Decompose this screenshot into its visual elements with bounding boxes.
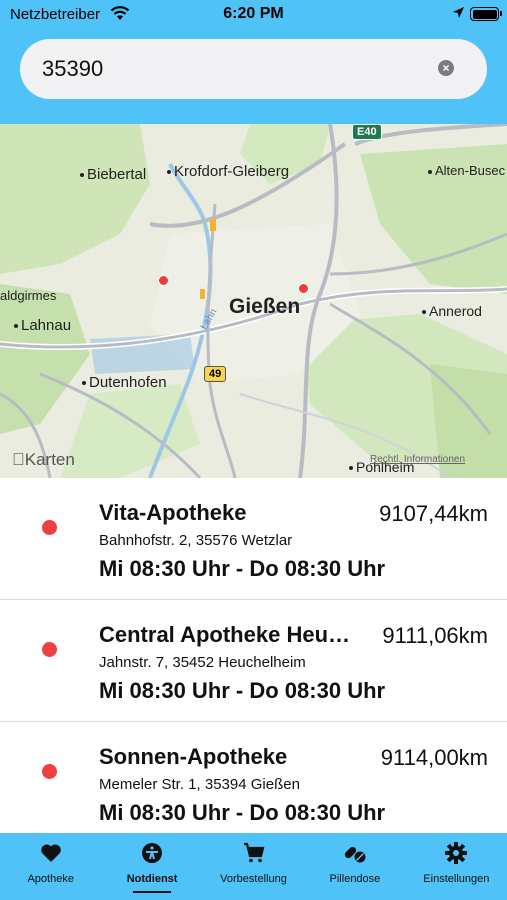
pharmacy-address: Jahnstr. 7, 35452 Heuchelheim xyxy=(99,654,306,671)
battery-icon xyxy=(470,7,502,21)
map-pin[interactable] xyxy=(298,283,309,294)
pharmacy-distance: 9114,00km xyxy=(380,745,488,770)
tab-einstellungen[interactable]: Einstellungen xyxy=(406,833,507,900)
tab-label: Einstellungen xyxy=(423,873,490,885)
status-dot xyxy=(42,520,57,535)
maps-brand: Karten xyxy=(12,450,75,469)
legal-link[interactable]: Rechtl. Informationen xyxy=(370,454,465,465)
map-place-alten-buseck: Alten-Busec xyxy=(428,163,505,178)
search-header: × xyxy=(0,30,507,124)
list-item[interactable]: Sonnen-Apotheke 9114,00km Memeler Str. 1… xyxy=(0,722,507,833)
tab-bar: Apotheke Notdienst Vorbestellung Pillend… xyxy=(0,833,507,900)
map-place-annerod: Annerod xyxy=(422,303,482,319)
list-item[interactable]: Vita-Apotheke 9107,44km Bahnhofstr. 2, 3… xyxy=(0,478,507,600)
map-city-label: Gießen xyxy=(229,295,301,318)
map-place-aldgirmes: aldgirmes xyxy=(0,288,57,303)
pharmacy-name: Vita-Apotheke xyxy=(99,500,247,525)
tab-label: Vorbestellung xyxy=(220,873,287,885)
pharmacy-name: Sonnen-Apotheke xyxy=(99,744,288,769)
pharmacy-distance: 9111,06km xyxy=(382,623,488,648)
pharmacy-hours: Mi 08:30 Uhr - Do 08:30 Uhr xyxy=(99,800,386,825)
map-view[interactable]: Biebertal Krofdorf-Gleiberg Alten-Busec … xyxy=(0,124,507,478)
pills-icon xyxy=(344,846,366,863)
location-arrow-icon xyxy=(453,7,464,18)
tab-label: Apotheke xyxy=(27,873,74,885)
search-input[interactable] xyxy=(20,39,487,99)
emergency-icon xyxy=(142,843,163,863)
tab-label: Pillendose xyxy=(329,873,381,885)
pharmacy-address: Memeler Str. 1, 35394 Gießen xyxy=(99,776,300,793)
pharmacy-list[interactable]: Vita-Apotheke 9107,44km Bahnhofstr. 2, 3… xyxy=(0,478,507,833)
clock: 6:20 PM xyxy=(223,5,284,22)
map-place-biebertal: Biebertal xyxy=(80,166,146,183)
tab-apotheke[interactable]: Apotheke xyxy=(0,833,101,900)
road-badge-b49: 49 xyxy=(204,366,227,382)
map-place-lahnau: Lahnau xyxy=(14,317,71,334)
road-badge-e40: E40 xyxy=(352,124,382,140)
gear-icon xyxy=(445,842,468,864)
status-bar: Netzbetreiber 6:20 PM xyxy=(0,0,507,30)
status-dot xyxy=(42,642,57,657)
map-place-dutenhofen: Dutenhofen xyxy=(82,374,167,391)
clear-icon[interactable]: × xyxy=(438,60,454,76)
map-pin[interactable] xyxy=(158,275,169,286)
pharmacy-address: Bahnhofstr. 2, 35576 Wetzlar xyxy=(99,532,293,549)
tab-pillendose[interactable]: Pillendose xyxy=(304,833,405,900)
status-dot xyxy=(42,764,57,779)
pharmacy-hours: Mi 08:30 Uhr - Do 08:30 Uhr xyxy=(99,678,386,703)
cart-icon xyxy=(243,842,264,863)
pharmacy-distance: 9107,44km xyxy=(379,501,488,526)
list-item[interactable]: Central Apotheke Heuchelheim 9111,06km J… xyxy=(0,600,507,722)
apple-logo-icon:  xyxy=(12,450,25,469)
active-tab-indicator xyxy=(133,891,172,893)
tab-label: Notdienst xyxy=(126,873,178,885)
map-place-krofdorf: Krofdorf-Gleiberg xyxy=(167,163,289,180)
tab-vorbestellung[interactable]: Vorbestellung xyxy=(203,833,304,900)
pharmacy-hours: Mi 08:30 Uhr - Do 08:30 Uhr xyxy=(99,556,386,581)
heart-icon xyxy=(40,844,61,862)
pharmacy-name: Central Apotheke Heuchelheim xyxy=(99,622,354,647)
tab-notdienst[interactable]: Notdienst xyxy=(101,833,202,900)
